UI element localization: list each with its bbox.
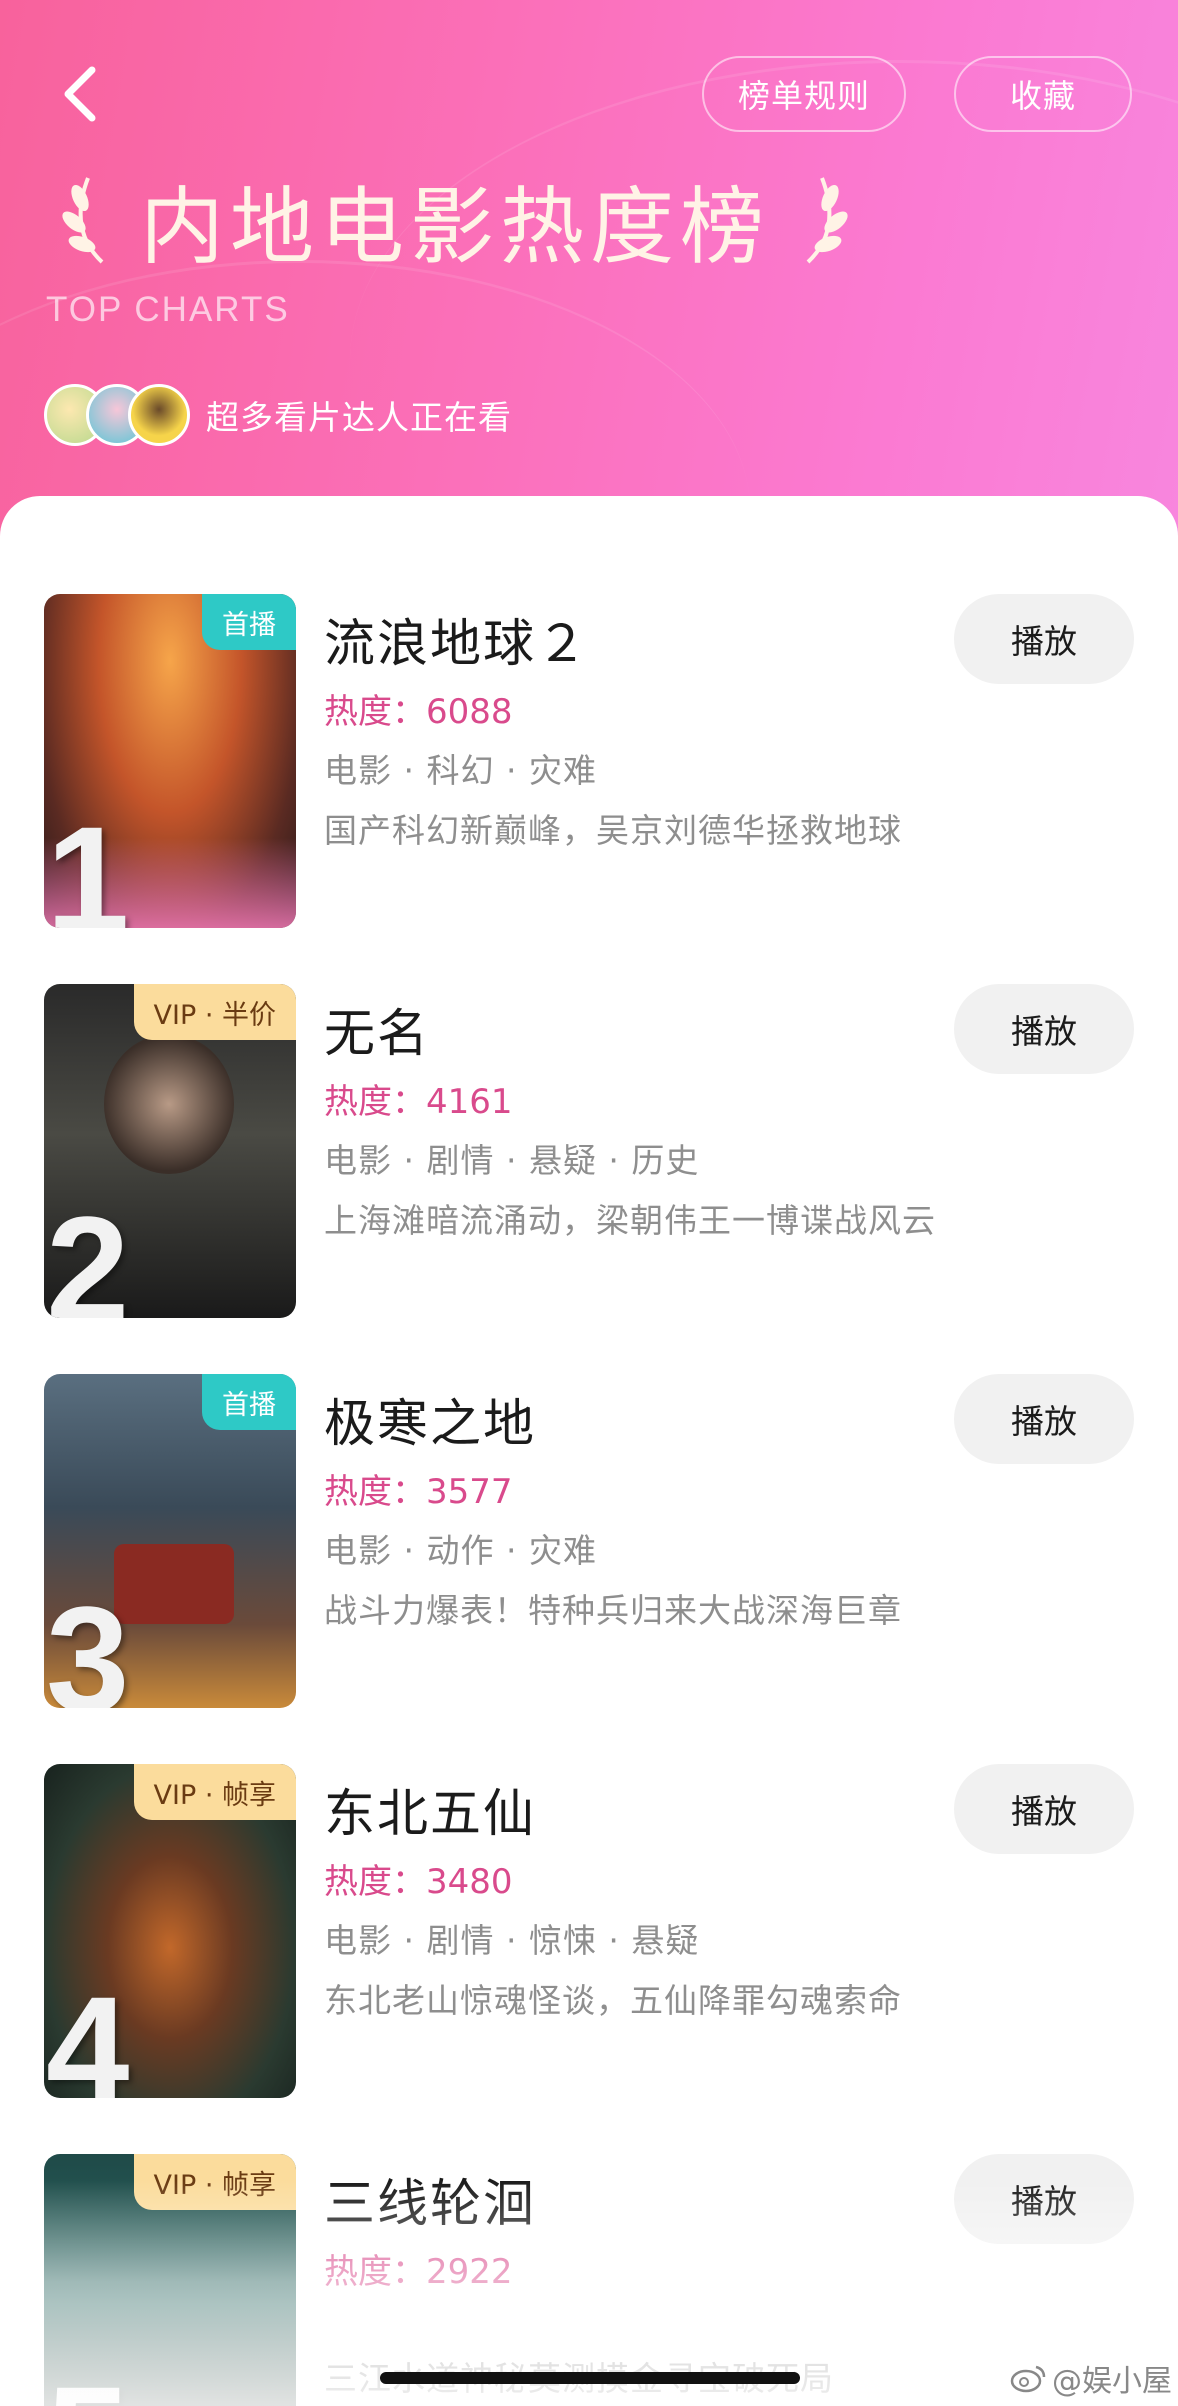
decorative-wave (350, 60, 1178, 560)
weibo-logo-icon (1010, 2365, 1046, 2393)
movie-description: 上海滩暗流涌动，梁朝伟王一博谍战风云 (324, 1201, 936, 1240)
heat-value: 热度：3577 (324, 1464, 513, 1513)
heat-value: 热度：6088 (324, 684, 513, 733)
chevron-left-icon (64, 66, 96, 122)
page-subtitle: TOP CHARTS (46, 290, 290, 329)
movie-poster[interactable]: 5 VIP · 帧享 (44, 2154, 296, 2406)
movie-title[interactable]: 流浪地球２ (324, 602, 589, 676)
rules-button[interactable]: 榜单规则 (702, 56, 906, 132)
list-item[interactable]: 1 首播 流浪地球２ 热度：6088 电影 · 科幻 · 灾难 国产科幻新巅峰，… (0, 594, 1178, 934)
watchers-text: 超多看片达人正在看 (206, 398, 512, 437)
heat-number: 4161 (426, 1082, 513, 1122)
heat-number: 2922 (426, 2252, 513, 2292)
vip-badge: VIP · 帧享 (133, 1764, 296, 1820)
play-button[interactable]: 播放 (954, 594, 1134, 684)
ranking-list: 1 首播 流浪地球２ 热度：6088 电影 · 科幻 · 灾难 国产科幻新巅峰，… (0, 496, 1178, 2406)
genre-tags: 电影 · 剧情 · 惊悚 · 悬疑 (324, 1921, 700, 1960)
rank-number: 2 (46, 1185, 130, 1318)
play-button[interactable]: 播放 (954, 2154, 1134, 2244)
heat-label: 热度： (324, 2252, 426, 2292)
movie-poster[interactable]: 1 首播 (44, 594, 296, 928)
laurel-right-icon (806, 177, 848, 264)
movie-description: 战斗力爆表！特种兵归来大战深海巨章 (324, 1591, 902, 1630)
play-button[interactable]: 播放 (954, 1374, 1134, 1464)
genre-tags: 电影 · 剧情 · 悬疑 · 历史 (324, 1141, 700, 1180)
movie-title[interactable]: 无名 (324, 992, 430, 1066)
movie-poster[interactable]: 4 VIP · 帧享 (44, 1764, 296, 2098)
chart-header: 榜单规则 收藏 内地电影热度榜 TOP CHARTS 超多看片达人正在看 (0, 0, 1178, 560)
first-release-badge: 首播 (202, 594, 296, 650)
play-button[interactable]: 播放 (954, 1764, 1134, 1854)
heat-value: 热度：4161 (324, 1074, 513, 1123)
watermark-text: @娱小屋 (1052, 2364, 1172, 2399)
movie-title[interactable]: 三线轮洄 (324, 2162, 536, 2236)
heat-number: 3577 (426, 1472, 513, 1512)
rank-number: 4 (46, 1965, 130, 2098)
laurel-left-icon (62, 177, 104, 264)
home-indicator[interactable] (380, 2372, 800, 2384)
movie-poster[interactable]: 2 VIP · 半价 (44, 984, 296, 1318)
vip-badge: VIP · 帧享 (133, 2154, 296, 2210)
back-button[interactable] (52, 62, 108, 126)
heat-value: 热度：3480 (324, 1854, 513, 1903)
heat-label: 热度： (324, 1082, 426, 1122)
heat-value: 热度：2922 (324, 2244, 513, 2293)
vip-badge: VIP · 半价 (133, 984, 296, 1040)
watchers-row: 超多看片达人正在看 (44, 380, 512, 450)
play-button[interactable]: 播放 (954, 984, 1134, 1074)
heat-label: 热度： (324, 1862, 426, 1902)
watermark: @娱小屋 (1010, 2356, 1172, 2400)
heat-number: 6088 (426, 692, 513, 732)
movie-description: 国产科幻新巅峰，吴京刘德华拯救地球 (324, 811, 902, 850)
rank-number: 3 (46, 1575, 130, 1708)
list-item[interactable]: 5 VIP · 帧享 三线轮洄 热度：2922 三江水道神秘莫测摸金寻宝破死局 … (0, 2154, 1178, 2406)
heat-label: 热度： (324, 1472, 426, 1512)
heat-number: 3480 (426, 1862, 513, 1902)
page-title: 内地电影热度榜 (140, 177, 771, 276)
movie-title[interactable]: 极寒之地 (324, 1382, 536, 1456)
genre-tags: 电影 · 科幻 · 灾难 (324, 751, 597, 790)
list-item[interactable]: 4 VIP · 帧享 东北五仙 热度：3480 电影 · 剧情 · 惊悚 · 悬… (0, 1764, 1178, 2104)
favorite-button[interactable]: 收藏 (954, 56, 1132, 132)
title-row: 内地电影热度榜 (58, 160, 852, 280)
avatar (128, 384, 190, 446)
first-release-badge: 首播 (202, 1374, 296, 1430)
list-item[interactable]: 2 VIP · 半价 无名 热度：4161 电影 · 剧情 · 悬疑 · 历史 … (0, 984, 1178, 1324)
movie-title[interactable]: 东北五仙 (324, 1772, 536, 1846)
movie-poster[interactable]: 3 首播 (44, 1374, 296, 1708)
rank-number: 5 (46, 2364, 129, 2406)
list-item[interactable]: 3 首播 极寒之地 热度：3577 电影 · 动作 · 灾难 战斗力爆表！特种兵… (0, 1374, 1178, 1714)
heat-label: 热度： (324, 692, 426, 732)
genre-tags: 电影 · 动作 · 灾难 (324, 1531, 597, 1570)
rank-number: 1 (46, 795, 130, 928)
movie-description: 东北老山惊魂怪谈，五仙降罪勾魂索命 (324, 1981, 902, 2020)
